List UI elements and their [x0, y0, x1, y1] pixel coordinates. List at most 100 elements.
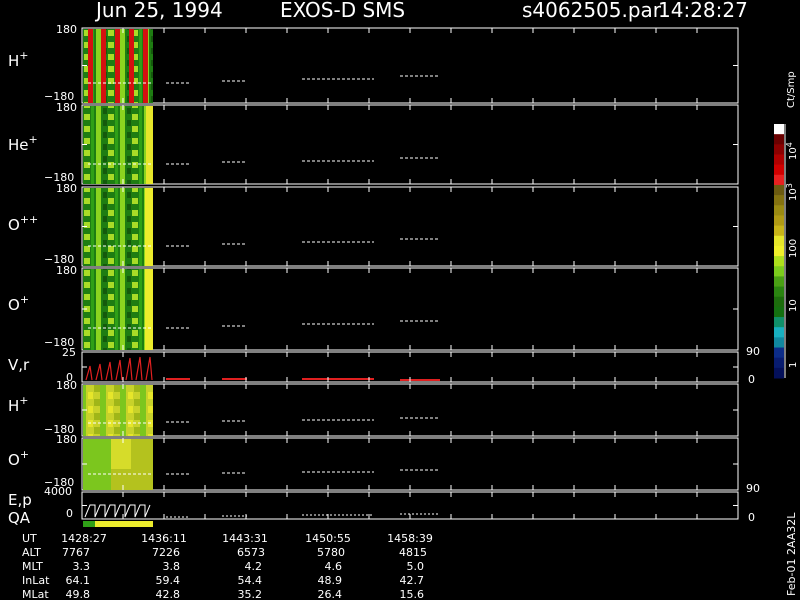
right-tick-bottom: 0: [748, 373, 755, 386]
colorbar-tick-10000: 104: [785, 142, 799, 160]
cell-mlat: 26.4: [318, 588, 343, 600]
ephemeris-column: 1428:27 7767 3.3 64.1 49.8: [61, 532, 107, 600]
cell-mlt: 4.2: [245, 560, 263, 573]
panel-label: H+: [8, 49, 29, 70]
panel-label: He+: [8, 133, 38, 154]
qa-strip-start: [83, 521, 95, 527]
cell-mlat: 35.2: [238, 588, 263, 600]
ephemeris-column: 1450:55 5780 4.6 48.9 26.4: [305, 532, 351, 600]
colorbar-tick-1: 1: [788, 362, 799, 368]
time-ticks: [81, 28, 739, 519]
cell-ut: 1458:39: [387, 532, 433, 545]
panel-spectrum: [83, 29, 153, 103]
cell-inlat: 64.1: [66, 574, 91, 587]
energy-baseline: [166, 513, 440, 518]
colorbar-cell: [774, 286, 784, 298]
colorbar-cell: [774, 154, 784, 166]
panel-label-qa: QA: [8, 509, 31, 527]
panel-label: V,r: [8, 356, 30, 374]
colorbar-cell: [774, 266, 784, 277]
y-tick-top: 180: [56, 433, 77, 446]
colorbar-tick-1000: 103: [785, 183, 799, 201]
cell-alt: 7226: [152, 546, 180, 559]
panel-he-plus: He+ 180 −180: [8, 101, 739, 185]
row-label-alt: ALT: [22, 546, 41, 559]
plot-time: 14:28:27: [658, 0, 748, 22]
panel-h-plus-2: H+ 180 −180: [8, 379, 739, 437]
colorbar-cell: [774, 195, 784, 206]
colorbar-cell: [774, 215, 784, 227]
colorbar-cell: [774, 174, 784, 186]
row-label-ut: UT: [22, 532, 37, 545]
energy-trace: [84, 504, 151, 518]
right-tick-top: 90: [746, 482, 760, 495]
cell-mlt: 3.3: [73, 560, 91, 573]
cell-inlat: 48.9: [318, 574, 343, 587]
panel-frame: [81, 186, 739, 267]
y-tick-top: 180: [56, 182, 77, 195]
spectrogram-figure: Jun 25, 1994 EXOS-D SMS s4062505.par 14:…: [8, 0, 799, 600]
y-tick-top: 180: [56, 101, 77, 114]
panel-h-plus-1: H+ 180 −180: [8, 23, 739, 104]
panel-frame: [81, 437, 739, 491]
panel-spectrum: [83, 269, 153, 350]
ephemeris-table: UT ALT MLT InLat MLat 1428:27 7767 3.3 6…: [22, 532, 433, 600]
panel-o-plus-1: O+ 180 −180: [8, 264, 739, 351]
cell-mlt: 3.8: [163, 560, 181, 573]
colorbar-cell: [774, 317, 784, 328]
right-tick-top: 90: [746, 345, 760, 358]
colorbar-cell: [774, 367, 784, 379]
velocity-trace: [85, 356, 153, 381]
colorbar-cell: [774, 276, 784, 288]
y-tick-top: 25: [62, 346, 76, 359]
colorbar-cell: [774, 205, 784, 216]
cell-alt: 7767: [62, 546, 90, 559]
panel-spectrum: [83, 106, 153, 184]
colorbar-cell: [774, 144, 784, 155]
cell-alt: 4815: [399, 546, 427, 559]
colorbar-cell: [774, 357, 784, 369]
colorbar-cell: [774, 296, 784, 308]
panel-label: O++: [8, 213, 38, 234]
y-tick-top: 180: [56, 379, 77, 392]
cell-inlat: 54.4: [238, 574, 263, 587]
panel-frame: [81, 383, 739, 437]
cell-alt: 6573: [237, 546, 265, 559]
y-tick-bottom: 0: [66, 507, 73, 520]
colorbar: Ct/Smp 104 103 100 10 1: [774, 71, 799, 379]
row-label-mlt: MLT: [22, 560, 43, 573]
colorbar-unit: Ct/Smp: [786, 71, 797, 108]
panel-label: H+: [8, 394, 29, 415]
mission-name: EXOS-D SMS: [280, 0, 405, 22]
colorbar-cell: [774, 327, 784, 338]
cell-inlat: 59.4: [156, 574, 181, 587]
panel-v-r: V,r 25 0 90 0: [8, 345, 760, 386]
cell-mlat: 15.6: [400, 588, 425, 600]
colorbar-cell: [774, 245, 784, 257]
cell-ut: 1436:11: [141, 532, 187, 545]
cell-ut: 1443:31: [222, 532, 268, 545]
panel-frame: [81, 104, 739, 185]
right-tick-bottom: 0: [748, 511, 755, 524]
colorbar-cell: [774, 347, 784, 359]
colorbar-cell: [774, 124, 784, 135]
cell-mlat: 42.8: [156, 588, 181, 600]
y-tick-top: 180: [56, 23, 77, 36]
colorbar-cell: [774, 134, 784, 145]
row-label-mlat: MLat: [22, 588, 49, 600]
cell-mlt: 5.0: [407, 560, 425, 573]
y-tick-top: 180: [56, 264, 77, 277]
ephemeris-column: 1458:39 4815 5.0 42.7 15.6: [387, 532, 433, 600]
side-note: Feb-01 2AA32L: [785, 512, 798, 596]
colorbar-cell: [774, 337, 784, 349]
file-name: s4062505.par: [522, 0, 662, 22]
cell-mlt: 4.6: [325, 560, 343, 573]
panel-frame: [81, 27, 739, 104]
cell-inlat: 42.7: [400, 574, 425, 587]
cell-ut: 1428:27: [61, 532, 107, 545]
panel-spectrum: [83, 439, 153, 490]
colorbar-cell: [774, 225, 784, 237]
panel-label: O+: [8, 293, 29, 314]
panel-o-plus-plus: O++ 180 −180: [8, 182, 739, 267]
panel-frame: [81, 267, 739, 351]
